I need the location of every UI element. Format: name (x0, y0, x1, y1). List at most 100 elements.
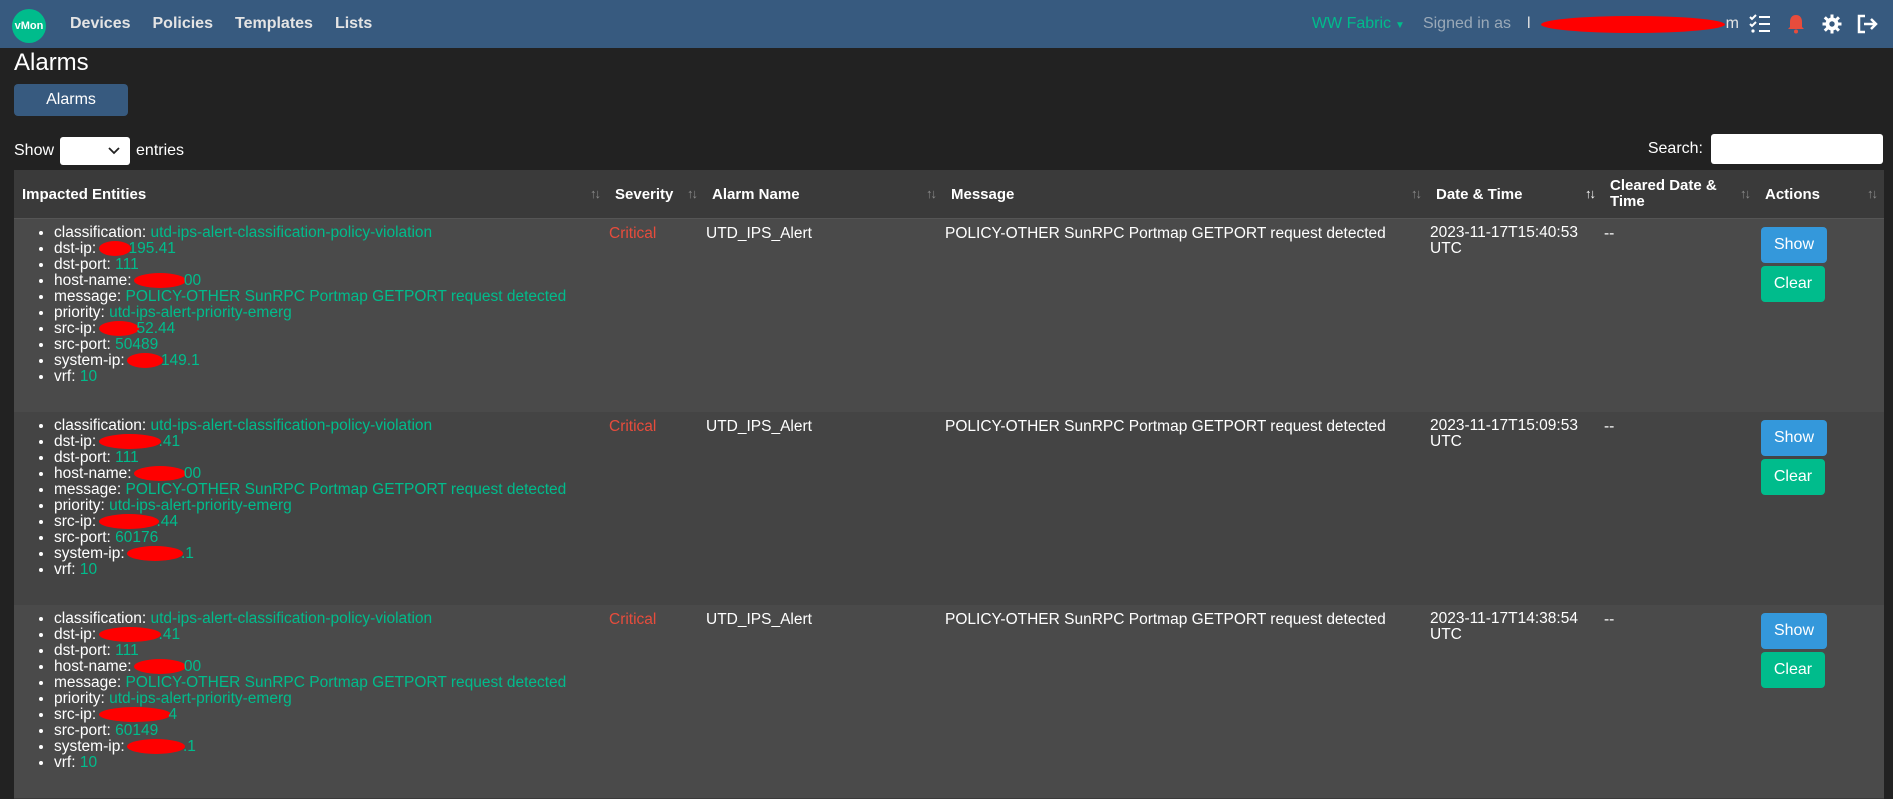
entity-value: utd-ips-alert-priority-emerg (109, 497, 292, 514)
entity-dst-ip: dst-ip: .41 (54, 627, 566, 643)
entity-value: 195.41 (128, 240, 176, 257)
redaction-mark (126, 546, 183, 562)
entity-label: classification: (54, 417, 151, 434)
user-name: l m (1527, 13, 1739, 35)
th-message[interactable]: Message ↑↓ (943, 170, 1428, 218)
search-input[interactable] (1711, 134, 1883, 164)
redaction-mark (98, 627, 161, 643)
th-label: Severity (615, 185, 674, 203)
th-cleared-date-time[interactable]: Cleared Date & Time ↑↓ (1602, 170, 1757, 218)
alarm-datetime: 2023-11-17T15:09:53 UTC (1430, 417, 1578, 450)
nav-policies[interactable]: Policies (153, 15, 213, 33)
fabric-label: WW Fabric (1311, 15, 1392, 32)
th-label: Alarm Name (712, 185, 800, 203)
cleared-datetime: -- (1604, 225, 1615, 242)
entity-label: message: (54, 288, 126, 305)
chevron-down-icon (108, 147, 120, 155)
entity-host-name: host-name: 00 (54, 466, 566, 482)
entity-label: dst-port: (54, 256, 116, 273)
entity-value: 60149 (115, 722, 159, 739)
entity-vrf: vrf: 10 (54, 755, 566, 771)
entity-value: utd-ips-alert-classification-policy-viol… (150, 610, 433, 627)
entity-dst-port: dst-port: 111 (54, 450, 566, 466)
nav-links: Devices Policies Templates Lists (70, 0, 394, 48)
entries-select[interactable] (60, 137, 131, 165)
entity-value: 00 (183, 658, 202, 675)
entity-label: host-name: (54, 658, 136, 675)
show-button[interactable]: Show (1761, 227, 1827, 263)
nav-lists[interactable]: Lists (335, 15, 372, 33)
entity-value: 111 (115, 642, 139, 659)
th-alarm-name[interactable]: Alarm Name ↑↓ (704, 170, 943, 218)
entity-label: src-port: (54, 336, 116, 353)
entity-label: priority: (54, 690, 110, 707)
nav-devices[interactable]: Devices (70, 15, 131, 33)
table-row: classification: utd-ips-alert-classifica… (14, 605, 1884, 799)
entity-value: 50489 (115, 336, 159, 353)
cleared-datetime: -- (1604, 418, 1615, 435)
alarm-message: POLICY-OTHER SunRPC Portmap GETPORT requ… (945, 225, 1386, 242)
entity-message: message: POLICY-OTHER SunRPC Portmap GET… (54, 675, 566, 691)
entity-label: system-ip: (54, 738, 129, 755)
entity-value: POLICY-OTHER SunRPC Portmap GETPORT requ… (125, 288, 567, 305)
entity-value: 00 (183, 272, 202, 289)
entity-value: 10 (79, 754, 98, 771)
fabric-dropdown[interactable]: WW Fabric ▼ (1312, 15, 1405, 33)
tasks-icon[interactable] (1749, 13, 1771, 35)
redaction-mark (98, 434, 161, 450)
entity-src-port: src-port: 60149 (54, 723, 566, 739)
entity-label: src-ip: (54, 706, 101, 723)
search-label: Search: (1647, 140, 1703, 157)
show-label: Show (14, 142, 55, 159)
th-label: Date & Time (1436, 185, 1523, 203)
gear-icon[interactable] (1821, 13, 1843, 35)
th-severity[interactable]: Severity ↑↓ (607, 170, 704, 218)
show-button[interactable]: Show (1761, 420, 1827, 456)
user-name-end: m (1725, 15, 1739, 32)
tab-alarms[interactable]: Alarms (14, 84, 128, 116)
alarms-table: Impacted Entities ↑↓ Severity ↑↓ Alarm Nam… (14, 170, 1884, 799)
th-impacted-entities[interactable]: Impacted Entities ↑↓ (14, 170, 607, 218)
entity-value: 149.1 (160, 352, 200, 369)
entity-label: dst-ip: (54, 433, 101, 450)
bell-icon[interactable] (1785, 13, 1807, 35)
entity-src-port: src-port: 50489 (54, 337, 566, 353)
nav-templates[interactable]: Templates (235, 15, 313, 33)
entity-label: message: (54, 481, 126, 498)
th-actions[interactable]: Actions ↑↓ (1757, 170, 1884, 218)
impacted-entities: classification: utd-ips-alert-classifica… (22, 418, 566, 578)
alarm-datetime: 2023-11-17T14:38:54 UTC (1430, 610, 1578, 643)
entity-value: 111 (115, 449, 139, 466)
caret-down-icon: ▼ (1395, 20, 1405, 31)
entity-value: 4 (168, 706, 178, 723)
vmon-logo[interactable]: vMon (12, 9, 46, 43)
sign-out-icon[interactable] (1857, 13, 1879, 35)
user-name-start: l (1527, 15, 1531, 32)
clear-button[interactable]: Clear (1761, 266, 1825, 302)
entity-value: utd-ips-alert-priority-emerg (109, 690, 292, 707)
clear-button[interactable]: Clear (1761, 459, 1825, 495)
entity-value: .41 (158, 433, 181, 450)
entity-value: .1 (180, 545, 194, 562)
clear-button[interactable]: Clear (1761, 652, 1825, 688)
entity-label: system-ip: (54, 352, 129, 369)
entity-label: host-name: (54, 465, 136, 482)
entity-label: classification: (54, 224, 151, 241)
entity-value: .41 (158, 626, 181, 643)
cleared-datetime: -- (1604, 611, 1615, 628)
entity-vrf: vrf: 10 (54, 369, 566, 385)
entity-src-port: src-port: 60176 (54, 530, 566, 546)
entity-value: utd-ips-alert-priority-emerg (109, 304, 292, 321)
entity-src-ip: src-ip: 52.44 (54, 321, 566, 337)
entity-label: vrf: (54, 754, 80, 771)
redaction-mark (98, 514, 159, 530)
th-label: Actions (1765, 185, 1821, 203)
show-button[interactable]: Show (1761, 613, 1827, 649)
entity-value: 111 (115, 256, 139, 273)
sort-icon: ↑↓ (687, 186, 698, 201)
entity-classification: classification: utd-ips-alert-classifica… (54, 418, 566, 434)
th-date-time[interactable]: Date & Time ↑↓ (1428, 170, 1602, 218)
entity-value: 10 (79, 368, 98, 385)
redaction-mark (133, 273, 186, 289)
entity-dst-port: dst-port: 111 (54, 643, 566, 659)
